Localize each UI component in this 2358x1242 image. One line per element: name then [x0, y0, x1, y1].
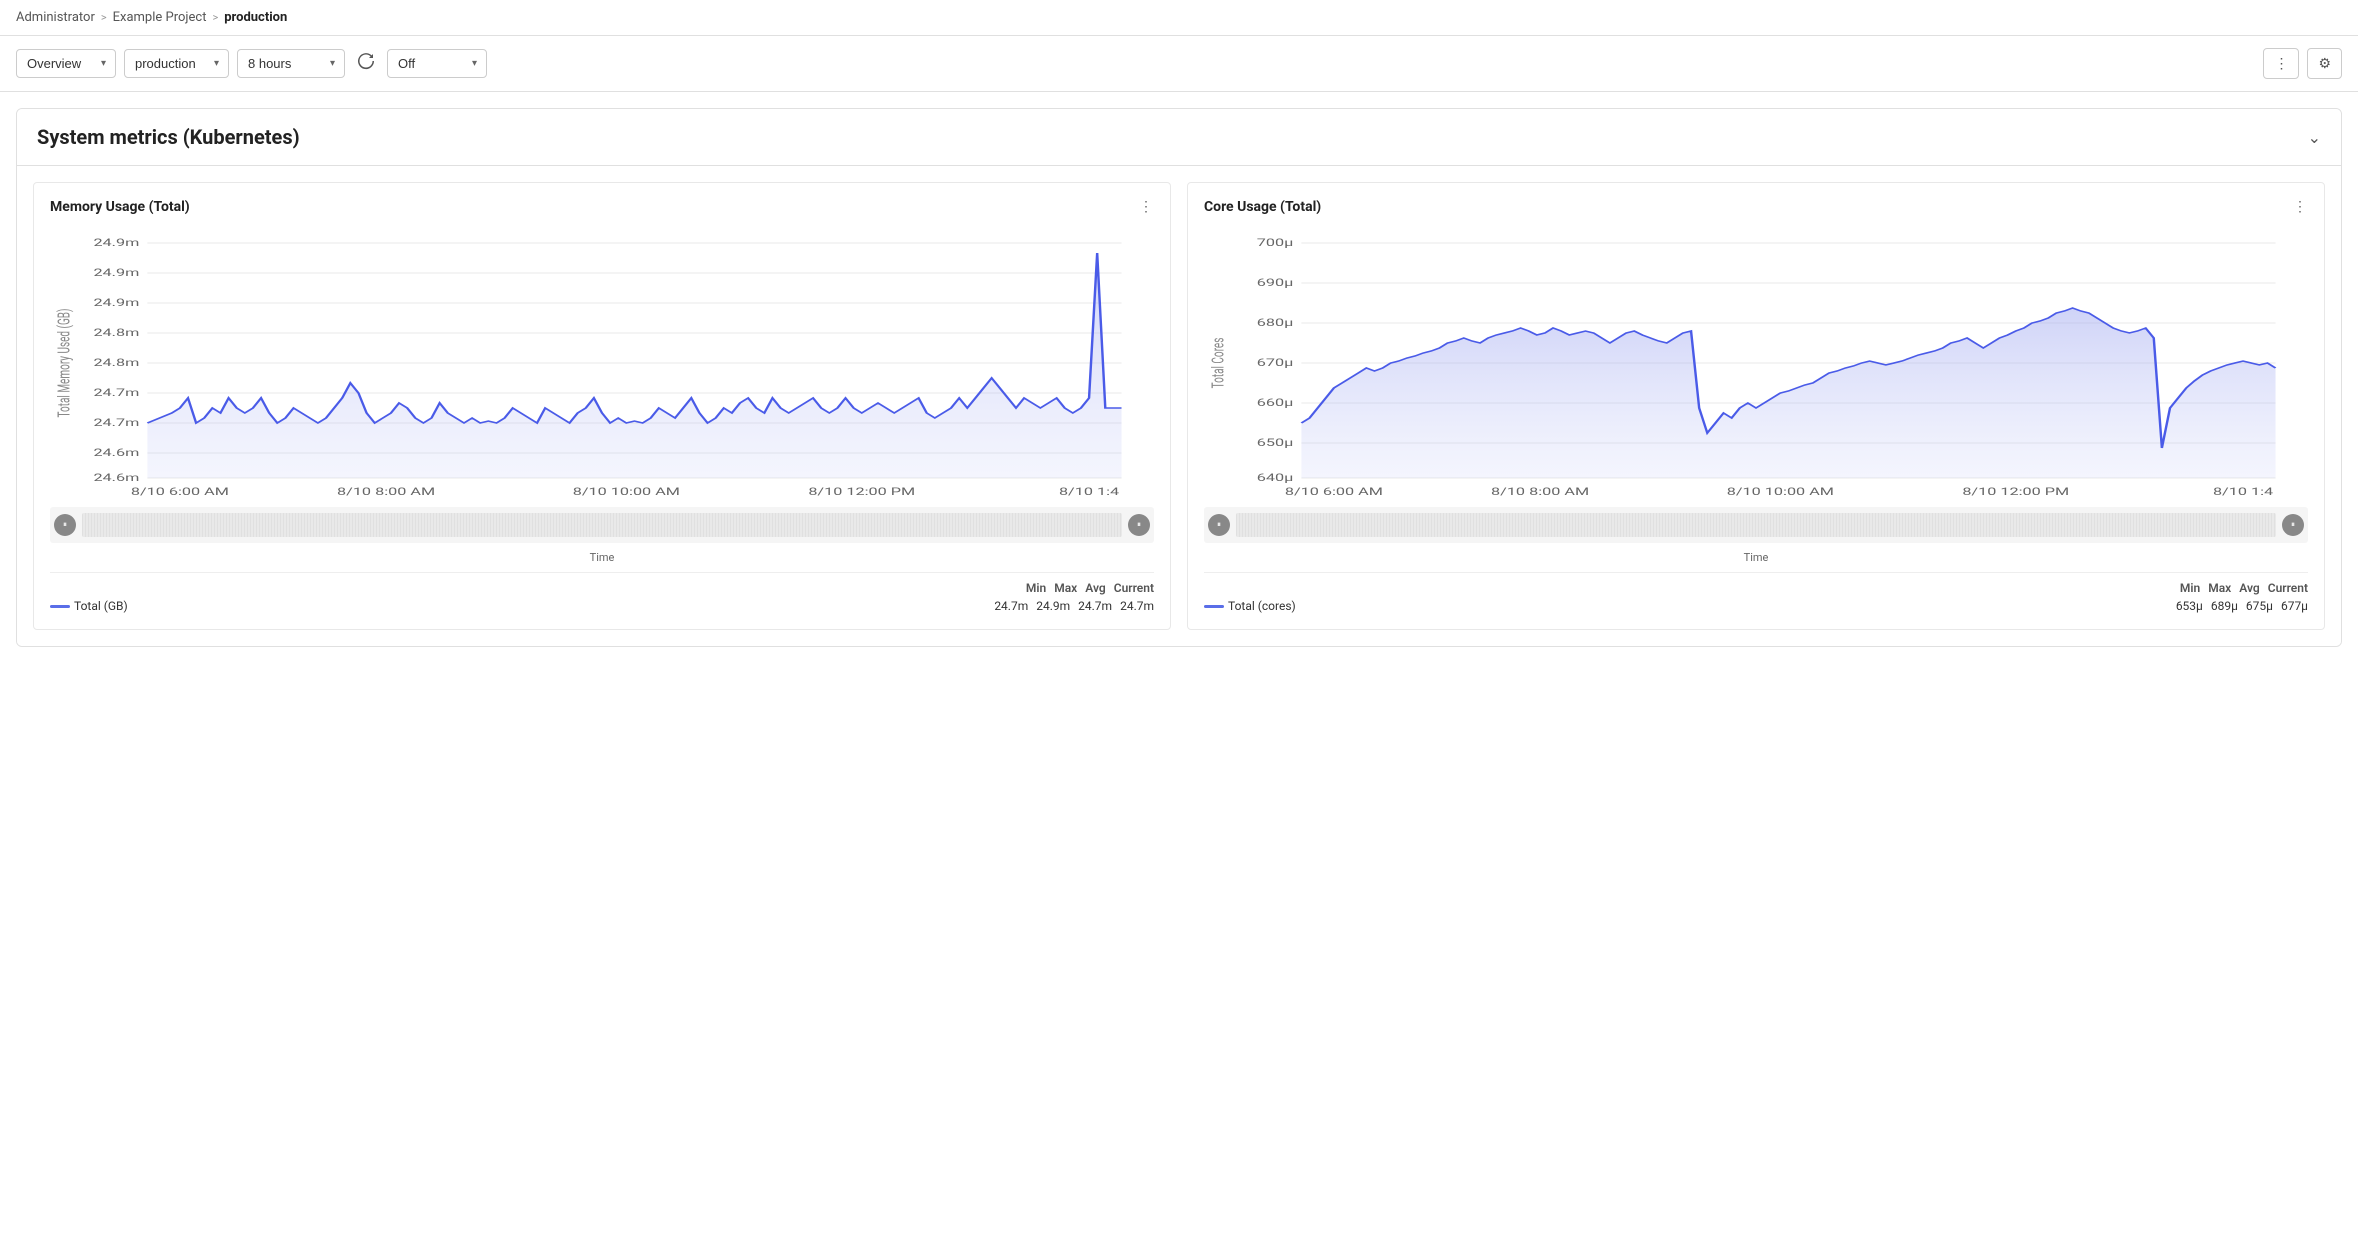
charts-grid: Memory Usage (Total) ⋮: [17, 166, 2341, 646]
svg-text:24.8m: 24.8m: [93, 327, 139, 339]
svg-text:8/10 1:4: 8/10 1:4: [1059, 486, 1120, 498]
svg-text:24.7m: 24.7m: [93, 417, 139, 429]
memory-legend-current: 24.7m: [1120, 599, 1154, 613]
core-chart-panel: Core Usage (Total) ⋮ 700μ: [1187, 182, 2325, 630]
refresh-button[interactable]: [353, 46, 379, 81]
autorefresh-select-wrapper: Off 30s 1m 5m ▾: [387, 49, 487, 78]
section-header: System metrics (Kubernetes) ⌄: [17, 109, 2341, 166]
toolbar: Overview ▾ production ▾ 8 hours 30 minut…: [0, 36, 2358, 92]
memory-legend-text: Total (GB): [74, 599, 128, 613]
breadcrumb-admin[interactable]: Administrator: [16, 10, 95, 25]
svg-text:24.7m: 24.7m: [93, 387, 139, 399]
svg-text:700μ: 700μ: [1257, 237, 1294, 249]
svg-text:690μ: 690μ: [1257, 277, 1294, 289]
memory-legend-max: 24.9m: [1036, 599, 1070, 613]
core-legend-label: Total (cores): [1204, 599, 2168, 613]
section-collapse-icon[interactable]: ⌄: [2308, 128, 2321, 147]
memory-chart-panel: Memory Usage (Total) ⋮: [33, 182, 1171, 630]
core-scrubber-right-btn[interactable]: ⏸: [2282, 514, 2304, 536]
svg-text:24.9m: 24.9m: [93, 297, 139, 309]
svg-text:24.9m: 24.9m: [93, 267, 139, 279]
memory-legend-label: Total (GB): [50, 599, 986, 613]
svg-text:8/10 12:00 PM: 8/10 12:00 PM: [1962, 486, 2069, 498]
breadcrumb-current: production: [224, 10, 287, 25]
core-legend-max: 689μ: [2211, 599, 2238, 613]
memory-chart-header: Memory Usage (Total) ⋮: [50, 199, 1154, 215]
svg-text:8/10 12:00 PM: 8/10 12:00 PM: [808, 486, 915, 498]
core-legend-row: Total (cores) 653μ 689μ 675μ 677μ: [1204, 599, 2308, 613]
core-chart-svg: 700μ 690μ 680μ 670μ 660μ 650μ 640μ Total…: [1204, 223, 2308, 503]
memory-legend-line: [50, 605, 70, 608]
memory-scrubber-left-btn[interactable]: ⏸: [54, 514, 76, 536]
breadcrumb-project[interactable]: Example Project: [113, 10, 207, 25]
section-title: System metrics (Kubernetes): [37, 125, 300, 149]
memory-scrubber-content: [82, 513, 1122, 537]
svg-text:640μ: 640μ: [1257, 472, 1294, 484]
environment-select-wrapper: production ▾: [124, 49, 229, 78]
overview-select[interactable]: Overview: [16, 49, 116, 78]
svg-text:8/10 1:4: 8/10 1:4: [2213, 486, 2274, 498]
core-legend-text: Total (cores): [1228, 599, 1296, 613]
core-legend-min: 653μ: [2176, 599, 2203, 613]
core-chart-header: Core Usage (Total) ⋮: [1204, 199, 2308, 215]
core-scrubber[interactable]: ⏸ ⏸: [1204, 507, 2308, 543]
svg-text:Total Cores: Total Cores: [1209, 338, 1228, 389]
svg-text:24.6m: 24.6m: [93, 472, 139, 484]
svg-text:680μ: 680μ: [1257, 317, 1294, 329]
more-button[interactable]: ⋮: [2263, 48, 2299, 79]
memory-legend-avg: 24.7m: [1078, 599, 1112, 613]
autorefresh-select[interactable]: Off 30s 1m 5m: [387, 49, 487, 78]
memory-legend-row: Total (GB) 24.7m 24.9m 24.7m 24.7m: [50, 599, 1154, 613]
core-chart-more-button[interactable]: ⋮: [2293, 199, 2308, 215]
core-time-label: Time: [1204, 551, 2308, 564]
memory-legend-min: 24.7m: [994, 599, 1028, 613]
svg-text:24.9m: 24.9m: [93, 237, 139, 249]
memory-time-label: Time: [50, 551, 1154, 564]
svg-text:24.6m: 24.6m: [93, 447, 139, 459]
timerange-select[interactable]: 8 hours 30 minutes 3 hours 1 day 3 days …: [237, 49, 345, 78]
toolbar-right: ⋮ ⚙: [2263, 48, 2342, 79]
svg-text:8/10 6:00 AM: 8/10 6:00 AM: [1285, 486, 1383, 498]
svg-text:650μ: 650μ: [1257, 437, 1294, 449]
svg-text:Total Memory Used (GB): Total Memory Used (GB): [55, 309, 74, 418]
core-legend-avg: 675μ: [2246, 599, 2273, 613]
core-scrubber-left-btn[interactable]: ⏸: [1208, 514, 1230, 536]
memory-scrubber-right-btn[interactable]: ⏸: [1128, 514, 1150, 536]
memory-chart-more-button[interactable]: ⋮: [1139, 199, 1154, 215]
environment-select[interactable]: production: [124, 49, 229, 78]
memory-legend-headers: Min Max Avg Current: [50, 572, 1154, 595]
core-scrubber-content: [1236, 513, 2276, 537]
svg-text:8/10 10:00 AM: 8/10 10:00 AM: [573, 486, 680, 498]
breadcrumb: Administrator > Example Project > produc…: [0, 0, 2358, 36]
breadcrumb-sep1: >: [101, 11, 107, 24]
svg-text:670μ: 670μ: [1257, 357, 1294, 369]
memory-chart-title: Memory Usage (Total): [50, 199, 190, 215]
memory-chart-area: 24.9m 24.9m 24.9m 24.8m 24.8m 24.7m 24.7…: [50, 223, 1154, 503]
core-chart-area: 700μ 690μ 680μ 670μ 660μ 650μ 640μ Total…: [1204, 223, 2308, 503]
svg-text:8/10 10:00 AM: 8/10 10:00 AM: [1727, 486, 1834, 498]
main-content: System metrics (Kubernetes) ⌄ Memory Usa…: [0, 92, 2358, 663]
core-legend-headers: Min Max Avg Current: [1204, 572, 2308, 595]
svg-text:8/10 8:00 AM: 8/10 8:00 AM: [337, 486, 435, 498]
settings-button[interactable]: ⚙: [2307, 48, 2342, 79]
svg-text:8/10 6:00 AM: 8/10 6:00 AM: [131, 486, 229, 498]
breadcrumb-sep2: >: [212, 11, 218, 24]
memory-chart-svg: 24.9m 24.9m 24.9m 24.8m 24.8m 24.7m 24.7…: [50, 223, 1154, 503]
core-legend-current: 677μ: [2281, 599, 2308, 613]
svg-text:24.8m: 24.8m: [93, 357, 139, 369]
svg-text:660μ: 660μ: [1257, 397, 1294, 409]
overview-select-wrapper: Overview ▾: [16, 49, 116, 78]
core-legend-line: [1204, 605, 1224, 608]
core-chart-title: Core Usage (Total): [1204, 199, 1321, 215]
timerange-select-wrapper: 8 hours 30 minutes 3 hours 1 day 3 days …: [237, 49, 345, 78]
svg-text:8/10 8:00 AM: 8/10 8:00 AM: [1491, 486, 1589, 498]
section-card: System metrics (Kubernetes) ⌄ Memory Usa…: [16, 108, 2342, 647]
memory-scrubber[interactable]: ⏸ ⏸: [50, 507, 1154, 543]
